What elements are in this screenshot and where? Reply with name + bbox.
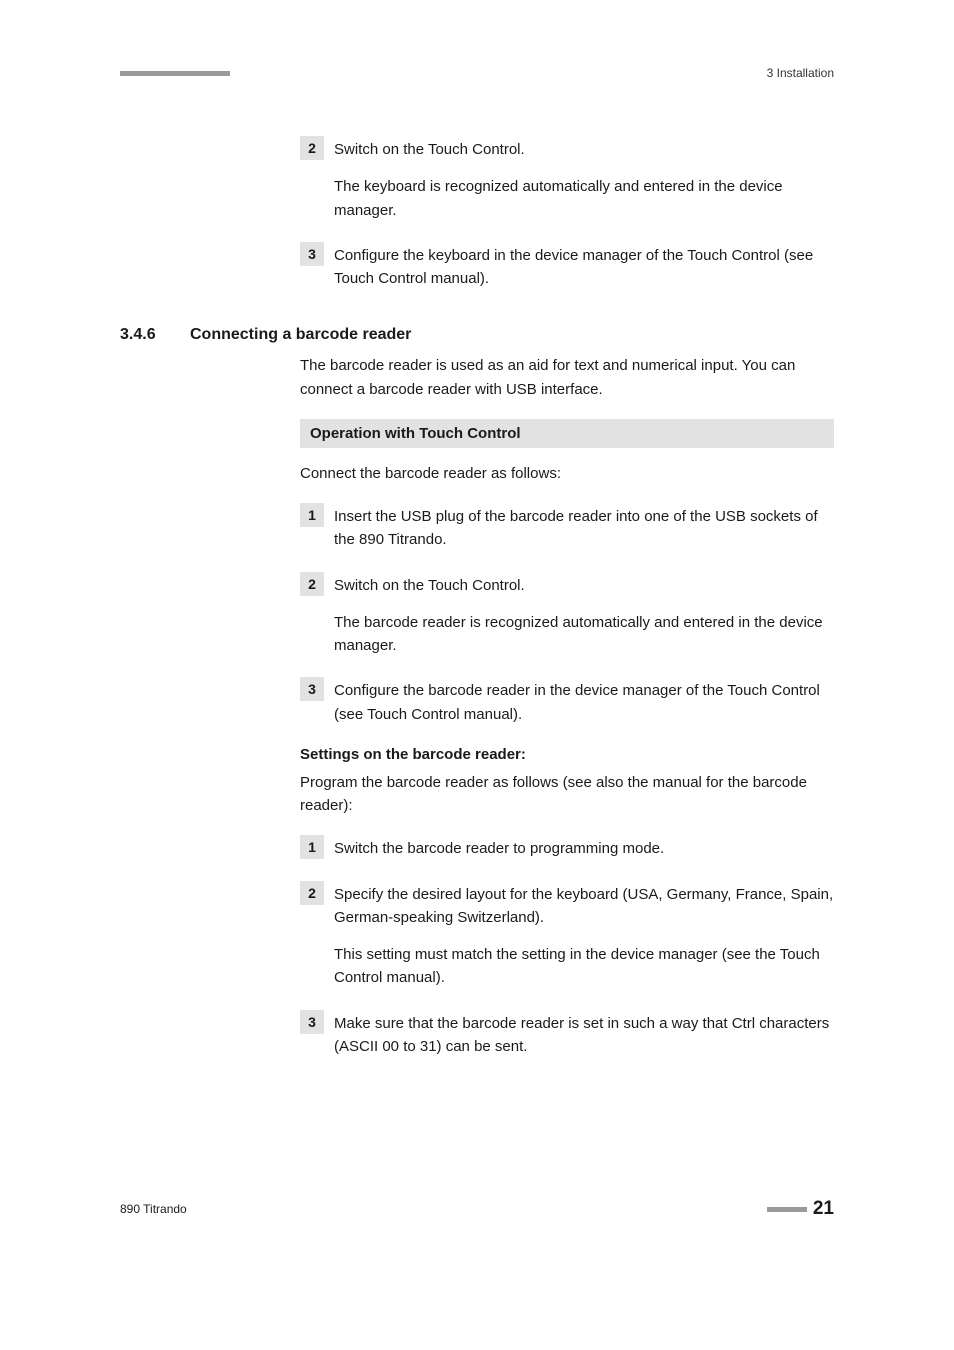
header-ornament: [120, 71, 230, 76]
page-number: 21: [813, 1198, 834, 1220]
step-body: Specify the desired layout for the keybo…: [334, 881, 834, 990]
step-number: 3: [300, 242, 324, 266]
footer-product: 890 Titrando: [120, 1202, 187, 1216]
subsection-intro: Program the barcode reader as follows (s…: [300, 771, 834, 818]
step-number: 1: [300, 503, 324, 527]
step-item: 2 Specify the desired layout for the key…: [300, 881, 834, 990]
step-number: 2: [300, 572, 324, 596]
step-body: Configure the keyboard in the device man…: [334, 242, 834, 291]
step-body: Configure the barcode reader in the devi…: [334, 677, 834, 726]
step-number: 2: [300, 881, 324, 905]
step-text: Configure the keyboard in the device man…: [334, 244, 834, 291]
step-item: 1 Switch the barcode reader to programmi…: [300, 835, 834, 860]
section-number: 3.4.6: [120, 326, 190, 344]
footer-ornament: [767, 1207, 807, 1212]
step-text: Specify the desired layout for the keybo…: [334, 883, 834, 930]
subsection-intro: Connect the barcode reader as follows:: [300, 462, 834, 485]
step-text: Switch the barcode reader to programming…: [334, 837, 834, 860]
page-header: 3 Installation: [120, 66, 834, 80]
section-heading: 3.4.6 Connecting a barcode reader: [120, 326, 834, 344]
step-text: Configure the barcode reader in the devi…: [334, 679, 834, 726]
step-item: 3 Configure the barcode reader in the de…: [300, 677, 834, 726]
step-body: Make sure that the barcode reader is set…: [334, 1010, 834, 1059]
step-item: 1 Insert the USB plug of the barcode rea…: [300, 503, 834, 552]
step-text: Switch on the Touch Control.: [334, 138, 834, 161]
step-number: 3: [300, 1010, 324, 1034]
step-item: 2 Switch on the Touch Control. The barco…: [300, 572, 834, 658]
step-item: 2 Switch on the Touch Control. The keybo…: [300, 136, 834, 222]
step-item: 3 Configure the keyboard in the device m…: [300, 242, 834, 291]
step-body: Insert the USB plug of the barcode reade…: [334, 503, 834, 552]
step-body: Switch the barcode reader to programming…: [334, 835, 834, 860]
step-item: 3 Make sure that the barcode reader is s…: [300, 1010, 834, 1059]
step-body: Switch on the Touch Control. The keyboar…: [334, 136, 834, 222]
subheading-plain: Settings on the barcode reader:: [300, 746, 834, 763]
subheading-box: Operation with Touch Control: [300, 419, 834, 448]
step-text: The barcode reader is recognized automat…: [334, 611, 834, 658]
step-text: This setting must match the setting in t…: [334, 943, 834, 990]
step-text: The keyboard is recognized automatically…: [334, 175, 834, 222]
page-footer: 890 Titrando 21: [120, 1198, 834, 1220]
step-number: 1: [300, 835, 324, 859]
step-number: 3: [300, 677, 324, 701]
section-intro: The barcode reader is used as an aid for…: [300, 354, 834, 401]
step-body: Switch on the Touch Control. The barcode…: [334, 572, 834, 658]
step-text: Insert the USB plug of the barcode reade…: [334, 505, 834, 552]
step-number: 2: [300, 136, 324, 160]
section-title: Connecting a barcode reader: [190, 326, 411, 344]
header-section-label: 3 Installation: [767, 66, 834, 80]
step-text: Switch on the Touch Control.: [334, 574, 834, 597]
step-text: Make sure that the barcode reader is set…: [334, 1012, 834, 1059]
